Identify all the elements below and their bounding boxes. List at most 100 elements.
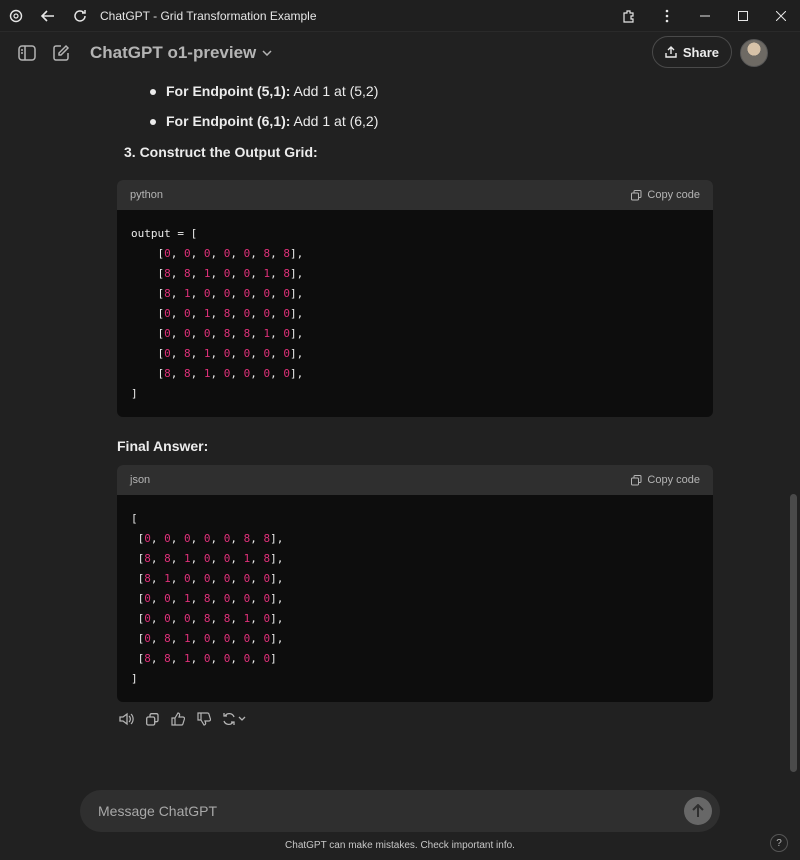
code-row: [8, 8, 1, 0, 0, 0, 0] bbox=[131, 652, 277, 665]
code-number: 0 bbox=[223, 632, 231, 645]
model-name: ChatGPT o1-preview bbox=[90, 43, 257, 62]
thumbs-down-icon[interactable] bbox=[195, 710, 213, 728]
arrow-up-icon bbox=[692, 804, 704, 817]
disclaimer-text: ChatGPT can make mistakes. Check importa… bbox=[285, 840, 515, 851]
read-aloud-icon[interactable] bbox=[117, 710, 135, 728]
code-number: 8 bbox=[263, 532, 271, 545]
code-number: 0 bbox=[223, 532, 231, 545]
code-number: 0 bbox=[164, 592, 171, 605]
code-number: 1 bbox=[203, 347, 211, 360]
code-number: 0 bbox=[283, 287, 290, 300]
code-number: 1 bbox=[243, 612, 251, 625]
code-number: 0 bbox=[283, 367, 290, 380]
code-number: 0 bbox=[223, 367, 231, 380]
code-number: 1 bbox=[203, 307, 211, 320]
code-number: 0 bbox=[223, 652, 231, 665]
copy-code-button[interactable]: Copy code bbox=[631, 189, 700, 201]
code-number: 8 bbox=[263, 552, 271, 565]
code-row: [0, 8, 1, 0, 0, 0, 0], bbox=[131, 347, 304, 360]
code-number: 0 bbox=[263, 307, 271, 320]
code-number: 1 bbox=[263, 327, 271, 340]
extensions-icon[interactable] bbox=[610, 0, 648, 32]
code-number: 0 bbox=[184, 532, 191, 545]
copy-icon[interactable] bbox=[143, 710, 161, 728]
code-number: 8 bbox=[164, 652, 171, 665]
code-number: 0 bbox=[164, 247, 171, 260]
code-number: 0 bbox=[263, 592, 271, 605]
code-number: 8 bbox=[144, 572, 151, 585]
close-icon[interactable] bbox=[762, 0, 800, 32]
copy-code-button[interactable]: Copy code bbox=[631, 474, 700, 486]
code-number: 0 bbox=[263, 347, 271, 360]
code-number: 0 bbox=[243, 652, 251, 665]
thumbs-up-icon[interactable] bbox=[169, 710, 187, 728]
back-arrow-icon[interactable] bbox=[32, 0, 64, 32]
code-number: 8 bbox=[184, 267, 191, 280]
avatar[interactable] bbox=[740, 39, 768, 67]
refresh-icon[interactable] bbox=[64, 0, 96, 32]
code-row: [0, 8, 1, 0, 0, 0, 0], bbox=[131, 632, 284, 645]
send-button[interactable] bbox=[684, 797, 712, 825]
code-number: 0 bbox=[164, 327, 171, 340]
share-button[interactable]: Share bbox=[651, 36, 732, 68]
code-rows: [0, 0, 0, 0, 0, 8, 8], [8, 8, 1, 0, 0, 1… bbox=[131, 244, 699, 384]
code-number: 1 bbox=[184, 652, 191, 665]
code-header: json Copy code bbox=[117, 465, 713, 495]
code-number: 1 bbox=[243, 552, 251, 565]
code-number: 0 bbox=[203, 247, 211, 260]
code-number: 8 bbox=[263, 247, 271, 260]
code-row: [8, 8, 1, 0, 0, 0, 0], bbox=[131, 367, 304, 380]
code-number: 0 bbox=[283, 327, 290, 340]
code-number: 0 bbox=[243, 572, 251, 585]
code-close-line: ] bbox=[131, 672, 138, 685]
code-number: 0 bbox=[203, 632, 211, 645]
code-number: 0 bbox=[184, 327, 191, 340]
code-close-line: ] bbox=[131, 387, 138, 400]
code-number: 8 bbox=[243, 532, 251, 545]
code-number: 0 bbox=[164, 612, 171, 625]
message-actions bbox=[117, 710, 249, 728]
code-row: [8, 1, 0, 0, 0, 0, 0], bbox=[131, 572, 284, 585]
final-answer-heading: Final Answer: bbox=[117, 438, 209, 454]
code-number: 8 bbox=[164, 287, 171, 300]
scrollbar[interactable] bbox=[790, 494, 797, 772]
more-menu-icon[interactable] bbox=[648, 0, 686, 32]
code-number: 8 bbox=[184, 367, 191, 380]
sidebar-toggle-icon[interactable] bbox=[10, 36, 44, 70]
new-chat-icon[interactable] bbox=[44, 36, 78, 70]
code-row: [0, 0, 0, 8, 8, 1, 0], bbox=[131, 327, 304, 340]
code-row: [0, 0, 0, 0, 0, 8, 8], bbox=[131, 532, 284, 545]
copy-code-label: Copy code bbox=[647, 189, 700, 201]
code-number: 0 bbox=[184, 307, 191, 320]
bullet-label: For Endpoint (6,1): bbox=[166, 113, 291, 129]
code-number: 0 bbox=[243, 287, 251, 300]
code-content: output = [ [0, 0, 0, 0, 0, 8, 8], [8, 8,… bbox=[117, 210, 713, 417]
step-heading: 3. Construct the Output Grid: bbox=[124, 144, 318, 160]
code-number: 0 bbox=[223, 592, 231, 605]
code-row: [0, 0, 0, 0, 0, 8, 8], bbox=[131, 247, 304, 260]
maximize-icon[interactable] bbox=[724, 0, 762, 32]
code-number: 1 bbox=[164, 572, 171, 585]
code-number: 0 bbox=[263, 367, 271, 380]
code-number: 0 bbox=[184, 247, 191, 260]
code-number: 0 bbox=[144, 612, 151, 625]
code-open-line: output = [ bbox=[131, 227, 198, 240]
code-block-json: json Copy code [ [0, 0, 0, 0, 0, 8, 8], … bbox=[117, 465, 713, 702]
code-number: 0 bbox=[164, 347, 171, 360]
bullet-text: Add 1 at (6,2) bbox=[290, 113, 379, 129]
bullet-dot bbox=[150, 89, 156, 95]
message-input[interactable] bbox=[98, 803, 658, 819]
code-number: 8 bbox=[223, 612, 231, 625]
code-number: 1 bbox=[263, 267, 271, 280]
code-row: [8, 8, 1, 0, 0, 1, 8], bbox=[131, 552, 284, 565]
code-number: 8 bbox=[164, 552, 171, 565]
window-titlebar: ChatGPT - Grid Transformation Example bbox=[0, 0, 800, 32]
help-button[interactable]: ? bbox=[770, 834, 788, 852]
code-number: 0 bbox=[263, 287, 271, 300]
minimize-icon[interactable] bbox=[686, 0, 724, 32]
code-number: 0 bbox=[144, 592, 151, 605]
code-number: 8 bbox=[283, 267, 290, 280]
regenerate-icon[interactable] bbox=[221, 710, 249, 728]
code-number: 1 bbox=[203, 267, 211, 280]
model-selector[interactable]: ChatGPT o1-preview bbox=[90, 43, 272, 63]
